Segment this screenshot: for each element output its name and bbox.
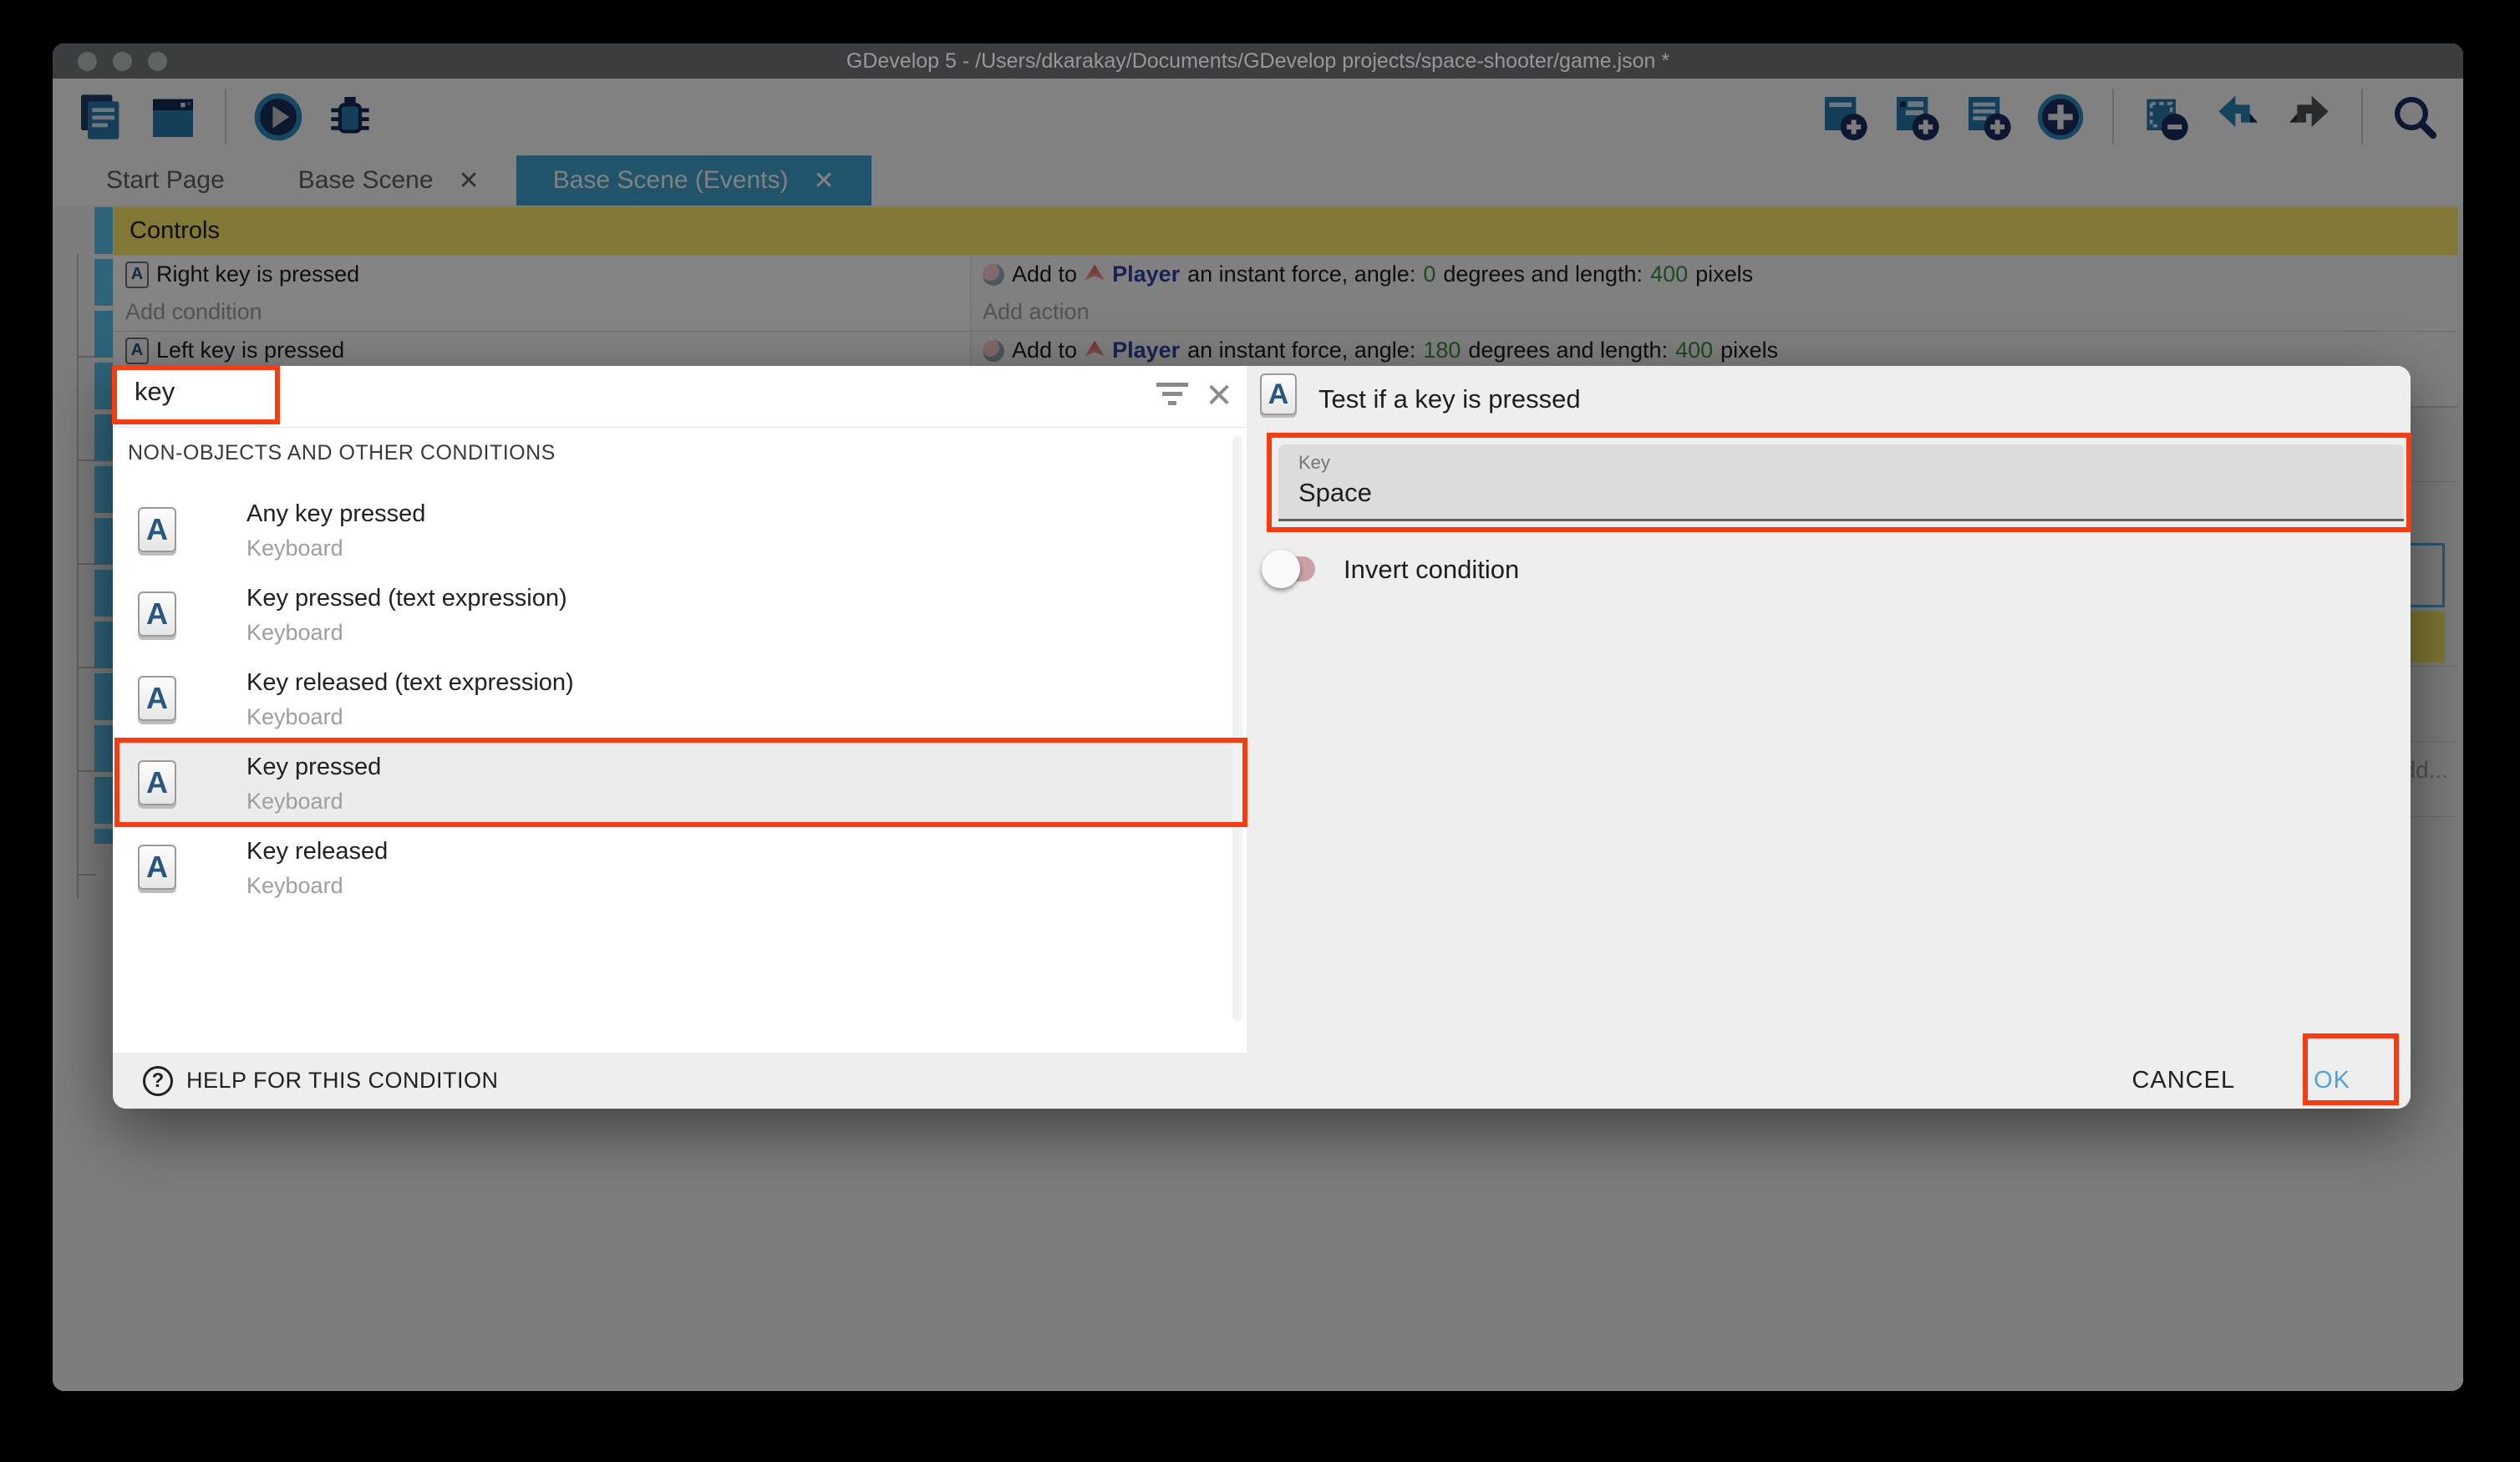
cancel-button[interactable]: CANCEL xyxy=(2116,1055,2250,1106)
list-item-subtitle: Keyboard xyxy=(246,789,343,815)
list-item-subtitle: Keyboard xyxy=(246,704,343,730)
minimize-button[interactable] xyxy=(113,52,132,71)
list-item-subtitle: Keyboard xyxy=(246,620,343,646)
condition-detail-panel: A Test if a key is pressed Key Space Inv… xyxy=(1247,366,2411,1053)
keyboard-key-icon: A xyxy=(138,676,176,721)
list-item-subtitle: Keyboard xyxy=(246,536,343,561)
list-item-title: Key released (text expression) xyxy=(246,669,574,697)
search-input[interactable] xyxy=(133,376,888,408)
filter-icon[interactable] xyxy=(1156,383,1189,411)
keyboard-key-icon: A xyxy=(138,760,176,805)
list-item-title: Any key pressed xyxy=(246,500,425,528)
section-header: NON-OBJECTS AND OTHER CONDITIONS xyxy=(128,441,556,465)
ok-button[interactable]: OK xyxy=(2299,1055,2365,1106)
invert-condition-toggle[interactable] xyxy=(1267,556,1315,581)
condition-editor-dialog: ✕ NON-OBJECTS AND OTHER CONDITIONS A Any… xyxy=(113,366,2411,1109)
list-item-title: Key pressed xyxy=(246,754,381,781)
scrollbar[interactable] xyxy=(1232,436,1242,1021)
keyboard-key-icon: A xyxy=(1260,373,1297,415)
keyboard-key-icon: A xyxy=(138,845,176,890)
toggle-knob xyxy=(1262,550,1300,588)
search-row: ✕ xyxy=(113,366,1247,428)
list-item[interactable]: A Any key pressed Keyboard xyxy=(113,489,1247,573)
titlebar: GDevelop 5 - /Users/dkarakay/Documents/G… xyxy=(53,43,2463,79)
window-title: GDevelop 5 - /Users/dkarakay/Documents/G… xyxy=(53,49,2463,74)
list-item-title: Key pressed (text expression) xyxy=(246,585,567,612)
help-link[interactable]: HELP FOR THIS CONDITION xyxy=(186,1068,499,1094)
help-icon[interactable]: ? xyxy=(143,1066,173,1096)
keyboard-key-icon: A xyxy=(138,591,176,637)
list-item[interactable]: A Key pressed (text expression) Keyboard xyxy=(113,573,1247,657)
dialog-footer: ? HELP FOR THIS CONDITION CANCEL OK xyxy=(113,1053,2411,1109)
list-item-title: Key released xyxy=(246,838,388,866)
key-field[interactable]: Key Space xyxy=(1278,444,2404,521)
list-item[interactable]: A Key released (text expression) Keyboar… xyxy=(113,657,1247,742)
key-field-label: Key xyxy=(1298,452,1330,474)
zoom-button[interactable] xyxy=(148,52,167,71)
close-button[interactable] xyxy=(78,52,97,71)
condition-title: Test if a key is pressed xyxy=(1318,384,1581,414)
condition-list-panel: ✕ NON-OBJECTS AND OTHER CONDITIONS A Any… xyxy=(113,366,1247,1053)
keyboard-key-icon: A xyxy=(138,507,176,552)
list-item-subtitle: Keyboard xyxy=(246,873,343,899)
invert-condition-label: Invert condition xyxy=(1344,555,1519,585)
key-field-value: Space xyxy=(1298,478,1372,508)
traffic-lights xyxy=(78,43,167,79)
list-item[interactable]: A Key released Keyboard xyxy=(113,826,1247,911)
list-item-selected[interactable]: A Key pressed Keyboard xyxy=(113,742,1247,826)
close-icon[interactable]: ✕ xyxy=(1204,381,1234,411)
